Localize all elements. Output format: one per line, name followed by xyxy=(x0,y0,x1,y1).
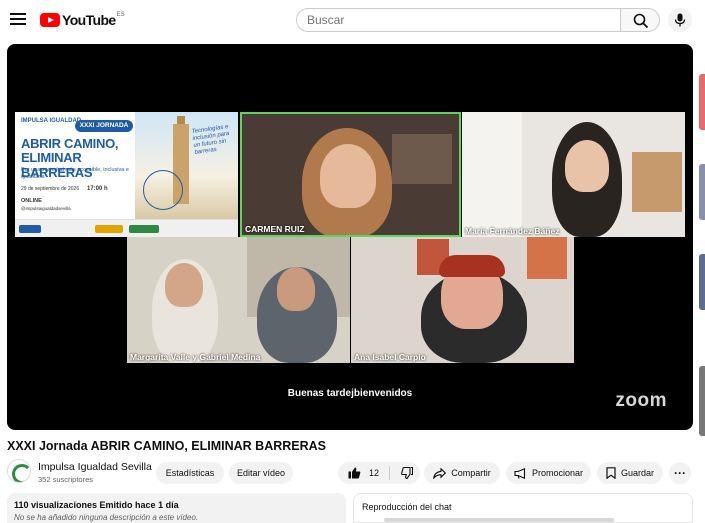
youtube-play-icon xyxy=(40,13,60,27)
like-button[interactable]: 12 xyxy=(338,462,388,484)
participant-tile-carmen: CARMEN RUIZ xyxy=(240,112,461,237)
save-button[interactable]: Guardar xyxy=(597,462,663,484)
recommendation-thumb[interactable] xyxy=(699,74,705,130)
save-playlist-icon xyxy=(606,467,616,479)
search-button[interactable] xyxy=(620,8,660,32)
participant-name: Margarita Valle y Gabriel Medina xyxy=(130,352,261,362)
chat-replay-panel[interactable]: Reproducción del chat xyxy=(353,493,693,523)
dislike-button[interactable] xyxy=(392,462,420,484)
background-art xyxy=(392,134,452,184)
channel-name[interactable]: Impulsa Igualdad Sevilla xyxy=(38,461,152,473)
sponsor-logo-3 xyxy=(129,225,159,233)
logo-text: YouTube xyxy=(62,12,116,28)
sponsor-logo-1 xyxy=(19,225,41,233)
banner-org-logo: IMPULSA IGUALDAD xyxy=(21,118,82,124)
recommendations-strip xyxy=(697,44,705,523)
view-stats: 110 visualizaciones Emitido hace 1 día xyxy=(14,500,179,510)
banner-handle: @impulsaigualdadsevilla xyxy=(21,206,71,211)
participant-tile-ana: Ana Isabel Carpio xyxy=(351,237,574,363)
zoom-watermark: zoom xyxy=(615,390,667,411)
voice-search-button[interactable] xyxy=(668,8,692,32)
subscriber-count: 352 suscriptores xyxy=(38,475,94,484)
stats-button[interactable]: Estadísticas xyxy=(156,462,224,484)
mic-icon xyxy=(674,13,686,27)
participant-tile-margarita-gabriel: Margarita Valle y Gabriel Medina xyxy=(127,237,350,363)
top-bar: YouTube ES xyxy=(0,0,705,40)
participant-face xyxy=(565,140,609,192)
recommendation-thumb[interactable] xyxy=(699,164,705,220)
save-label: Guardar xyxy=(620,468,655,478)
share-icon xyxy=(433,467,447,479)
banner-title-line1: ABRIR CAMINO, xyxy=(21,136,119,151)
search-icon xyxy=(633,13,649,29)
share-button[interactable]: Compartir xyxy=(424,462,500,484)
channel-avatar[interactable] xyxy=(7,459,31,483)
background-wall xyxy=(462,112,522,237)
participant-name: CARMEN RUIZ xyxy=(245,224,305,234)
recommendation-thumb[interactable] xyxy=(699,254,705,310)
promote-label: Promocionar xyxy=(531,468,584,478)
banner-image: Tecnologías e inclusión para un futuro s… xyxy=(135,112,238,219)
share-label: Compartir xyxy=(451,468,491,478)
event-banner-tile: IMPULSA IGUALDAD XXXI JORNADA ABRIR CAMI… xyxy=(15,112,238,237)
chat-replay-title: Reproducción del chat xyxy=(362,502,452,512)
video-player[interactable]: IMPULSA IGUALDAD XXXI JORNADA ABRIR CAMI… xyxy=(7,44,693,430)
participant-face-2 xyxy=(277,267,315,311)
banner-online: ONLINE xyxy=(21,198,42,204)
like-dislike-group: 12 xyxy=(338,462,420,484)
accessibility-icon-ring xyxy=(143,170,183,210)
participant-face-1 xyxy=(165,263,203,307)
banner-time: 17:00 h xyxy=(87,186,108,192)
chat-message-preview xyxy=(384,518,614,522)
video-title: XXXI Jornada ABRIR CAMINO, ELIMINAR BARR… xyxy=(7,439,327,453)
banner-slogan: Tecnologías e inclusión para un futuro s… xyxy=(191,124,230,156)
sponsor-logo-2 xyxy=(95,225,123,233)
banner-jornada-badge: XXXI JORNADA xyxy=(75,120,133,132)
background-poster xyxy=(527,237,567,279)
thumbs-up-icon xyxy=(348,467,361,479)
background-furniture xyxy=(632,152,682,212)
search-input[interactable] xyxy=(296,8,621,32)
like-divider xyxy=(389,466,390,480)
banner-subtitle: Por una sociedad más accesible, inclusiv… xyxy=(21,167,129,180)
subtitle-caption: Buenas tardejbienvenidos xyxy=(287,388,413,399)
participant-name: María Fernández Báñez xyxy=(465,226,560,236)
edit-video-button[interactable]: Editar vídeo xyxy=(229,462,293,484)
stats-label: Estadísticas xyxy=(165,468,215,478)
description-box[interactable]: 110 visualizaciones Emitido hace 1 día N… xyxy=(7,493,346,523)
participant-face xyxy=(320,144,376,208)
recommendation-thumb[interactable] xyxy=(699,366,705,436)
youtube-logo[interactable]: YouTube ES xyxy=(40,11,125,29)
promote-button[interactable]: Promocionar xyxy=(506,462,591,484)
megaphone-icon xyxy=(514,467,526,479)
country-code: ES xyxy=(116,12,125,18)
more-actions-button[interactable]: ··· xyxy=(669,462,691,484)
description-text: No se ha añadido ninguna descripción a e… xyxy=(14,513,199,522)
thumbs-down-icon xyxy=(400,467,413,479)
menu-icon[interactable] xyxy=(8,10,28,30)
banner-sponsors xyxy=(15,219,238,237)
participant-tile-maria: María Fernández Báñez xyxy=(462,112,685,237)
like-count: 12 xyxy=(369,468,380,478)
more-icon: ··· xyxy=(674,466,686,480)
participant-hair xyxy=(439,255,505,277)
edit-label: Editar vídeo xyxy=(236,468,286,478)
banner-date: 29 de septiembre de 2026 xyxy=(21,186,80,192)
participant-name: Ana Isabel Carpio xyxy=(354,352,426,362)
